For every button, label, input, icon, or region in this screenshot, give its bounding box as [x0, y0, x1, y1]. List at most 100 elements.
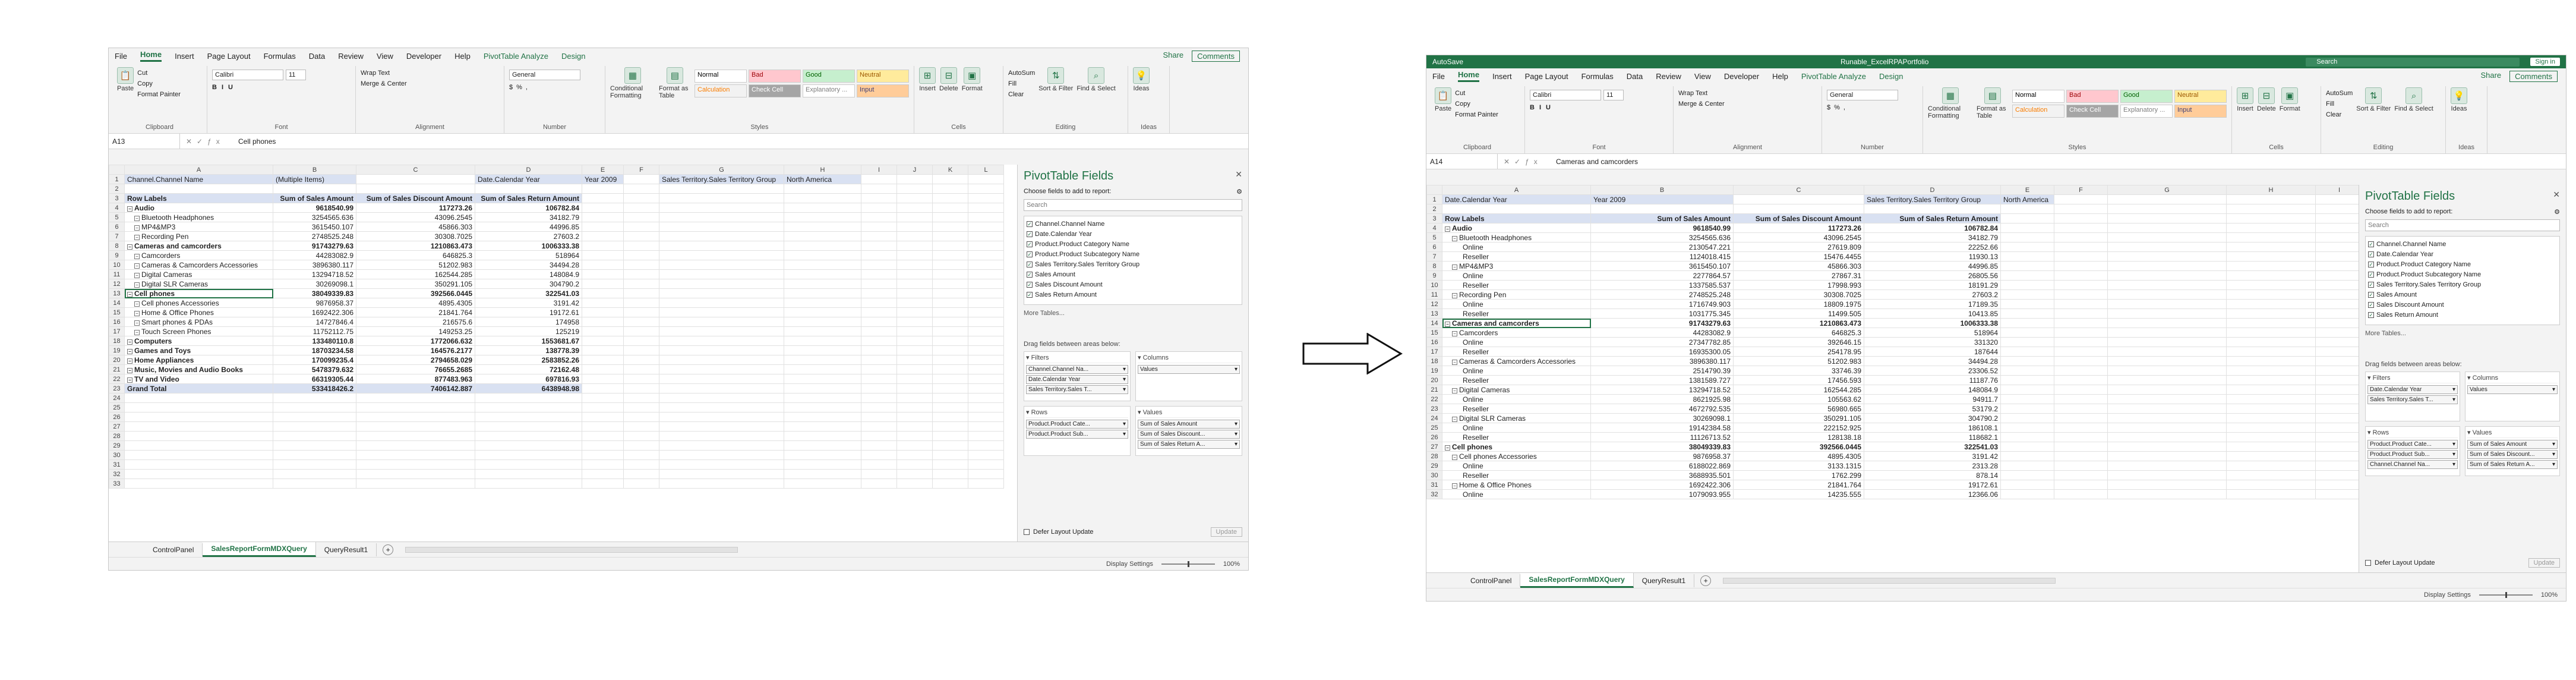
empty-cell[interactable] [861, 193, 897, 203]
empty-cell[interactable] [2107, 251, 2227, 262]
empty-cell[interactable] [861, 469, 897, 479]
discount-amount-cell[interactable]: 222152.925 [1733, 423, 1864, 433]
empty-cell[interactable] [968, 193, 1004, 203]
empty-cell[interactable] [124, 184, 273, 194]
empty-cell[interactable] [784, 421, 861, 432]
empty-cell[interactable] [582, 336, 624, 346]
empty-cell[interactable] [582, 402, 624, 413]
empty-cell[interactable] [861, 184, 897, 194]
empty-cell[interactable] [861, 203, 897, 213]
chevron-down-icon[interactable]: ▾ [2552, 461, 2555, 468]
empty-cell[interactable] [659, 298, 784, 308]
return-amount-cell[interactable]: 322541.03 [475, 288, 582, 298]
field-item-product-product-subcategory-name[interactable]: ✓ Product.Product Subcategory Name [2368, 269, 2557, 279]
format-as-table-button[interactable]: ▤ Format as Table [1977, 87, 2009, 152]
empty-cell[interactable] [2000, 394, 2054, 404]
font-style-b-icon[interactable]: B [1530, 104, 1539, 111]
empty-cell[interactable] [932, 260, 968, 270]
return-amount-cell[interactable]: 697816.93 [475, 374, 582, 384]
row-label[interactable]: Reseller [1442, 432, 1591, 442]
empty-cell[interactable] [273, 459, 356, 470]
empty-cell[interactable] [784, 459, 861, 470]
empty-cell[interactable] [2226, 394, 2316, 404]
tab-data[interactable]: Data [1627, 72, 1643, 81]
return-amount-cell[interactable]: 27603.2 [475, 231, 582, 241]
empty-cell[interactable] [2000, 308, 2054, 319]
empty-cell[interactable] [2315, 270, 2359, 281]
sales-amount-cell[interactable]: 11126713.52 [1590, 432, 1734, 442]
row-label[interactable]: Reseller [1442, 375, 1591, 385]
area-field-chip[interactable]: Product.Product Sub... ▾ [1026, 430, 1128, 439]
empty-cell[interactable] [356, 459, 475, 470]
return-amount-cell[interactable]: 187644 [1864, 347, 2001, 357]
empty-cell[interactable] [659, 231, 784, 241]
empty-cell[interactable] [896, 279, 933, 289]
empty-cell[interactable] [2054, 204, 2108, 214]
column-header-b[interactable]: B [1590, 185, 1734, 195]
empty-cell[interactable] [273, 450, 356, 460]
sales-amount-cell[interactable]: 3688935.501 [1590, 470, 1734, 480]
empty-cell[interactable] [356, 469, 475, 479]
empty-cell[interactable] [659, 307, 784, 317]
sales-amount-cell[interactable]: 1079093.955 [1590, 489, 1734, 499]
sales-amount-cell[interactable]: 3896380.117 [273, 260, 356, 270]
empty-cell[interactable] [2000, 375, 2054, 385]
empty-cell[interactable] [356, 184, 475, 194]
close-icon[interactable]: ✕ [2553, 190, 2560, 203]
collapse-toggle-icon[interactable]: − [134, 253, 140, 259]
area-field-chip[interactable]: Values ▾ [1138, 365, 1240, 374]
empty-cell[interactable] [2054, 451, 2108, 461]
discount-amount-cell[interactable]: 162544.285 [1733, 385, 1864, 395]
empty-cell[interactable] [932, 307, 968, 317]
percent-icon[interactable]: % [1834, 104, 1843, 111]
return-amount-cell[interactable]: 34182.79 [475, 212, 582, 222]
collapse-toggle-icon[interactable]: − [134, 282, 140, 288]
row-label[interactable]: − Smart phones & PDAs [124, 317, 273, 327]
checkbox-checked-icon[interactable]: ✓ [2368, 271, 2374, 278]
empty-cell[interactable] [2315, 423, 2359, 433]
grand-discount-amount[interactable]: 7406142.887 [356, 383, 475, 393]
delete-cells-button[interactable]: ⊟ Delete [2257, 87, 2276, 152]
empty-cell[interactable] [932, 402, 968, 413]
empty-cell[interactable] [968, 203, 1004, 213]
empty-cell[interactable] [896, 440, 933, 451]
empty-cell[interactable] [582, 307, 624, 317]
merge-center-button[interactable]: Merge & Center [361, 80, 407, 87]
sales-amount-cell[interactable]: 91743279.63 [1590, 318, 1734, 328]
empty-cell[interactable] [2226, 251, 2316, 262]
return-amount-cell[interactable]: 19172.61 [475, 307, 582, 317]
empty-cell[interactable] [861, 421, 897, 432]
empty-cell[interactable] [896, 374, 933, 384]
empty-cell[interactable] [659, 374, 784, 384]
empty-cell[interactable] [2226, 289, 2316, 300]
empty-cell[interactable] [932, 364, 968, 374]
sales-amount-cell[interactable]: 38049339.83 [1590, 442, 1734, 452]
empty-cell[interactable] [2315, 375, 2359, 385]
empty-cell[interactable] [784, 250, 861, 260]
collapse-toggle-icon[interactable]: − [134, 329, 140, 335]
empty-cell[interactable] [124, 450, 273, 460]
empty-cell[interactable] [475, 393, 582, 403]
tab-pivottable-analyze[interactable]: PivotTable Analyze [484, 52, 548, 61]
discount-amount-cell[interactable]: 3133.1315 [1733, 461, 1864, 471]
comma-icon[interactable]: , [1843, 104, 1849, 111]
collapse-toggle-icon[interactable]: − [127, 339, 132, 345]
empty-cell[interactable] [932, 231, 968, 241]
empty-cell[interactable] [2000, 242, 2054, 252]
report-filter-label[interactable]: Sales Territory.Sales Territory Group [659, 174, 784, 184]
empty-cell[interactable] [582, 412, 624, 422]
empty-cell[interactable] [2054, 308, 2108, 319]
empty-cell[interactable] [2107, 270, 2227, 281]
empty-cell[interactable] [2054, 461, 2108, 471]
empty-cell[interactable] [623, 317, 659, 327]
empty-cell[interactable] [932, 393, 968, 403]
discount-amount-cell[interactable]: 27619.809 [1733, 242, 1864, 252]
empty-cell[interactable] [896, 317, 933, 327]
column-header-c[interactable]: C [356, 165, 475, 175]
discount-amount-cell[interactable]: 27867.31 [1733, 270, 1864, 281]
row-label[interactable]: − Music, Movies and Audio Books [124, 364, 273, 374]
conditional-formatting-button[interactable]: ▦ Conditional Formatting [610, 67, 655, 132]
discount-amount-cell[interactable]: 56980.665 [1733, 404, 1864, 414]
tab-page-layout[interactable]: Page Layout [1525, 72, 1568, 81]
row-label[interactable]: Online [1442, 461, 1591, 471]
